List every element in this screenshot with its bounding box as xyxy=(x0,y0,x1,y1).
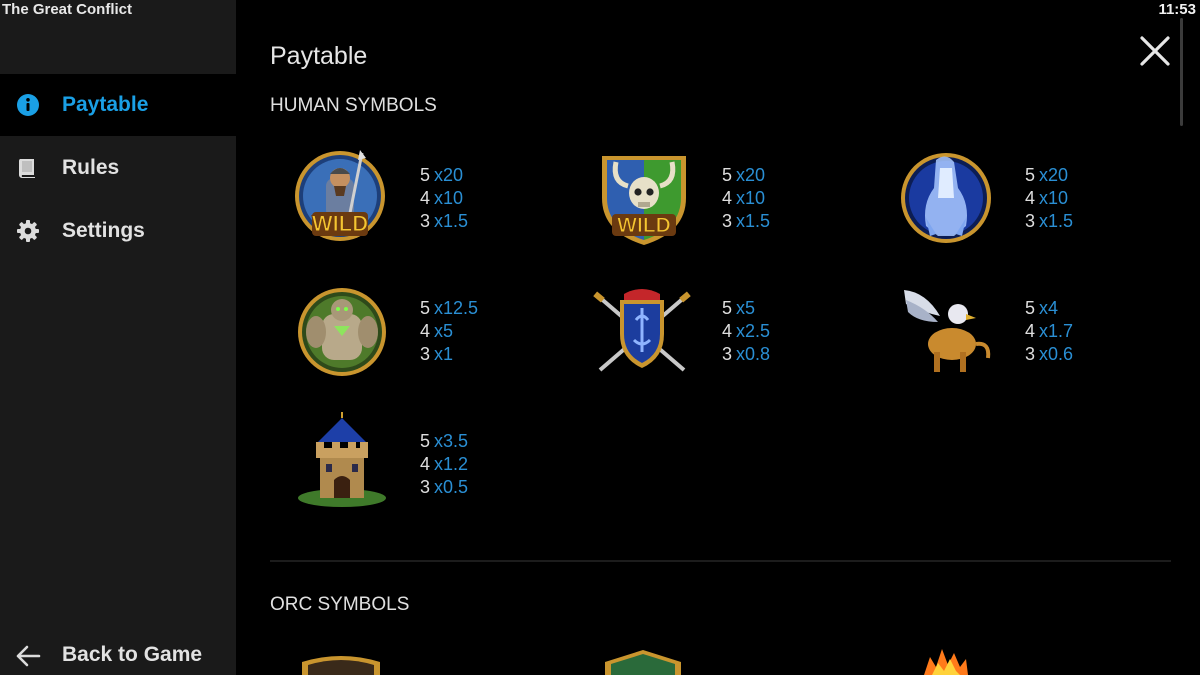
book-icon xyxy=(18,159,35,178)
section-heading-orc: ORC SYMBOLS xyxy=(270,594,410,615)
payout-knight-wild: 5 x20 4 x10 3 x1.5 xyxy=(420,165,469,231)
wild-text: WILD xyxy=(617,214,671,237)
payout-ice-spirit: 5 x20 4 x10 3 x1.5 xyxy=(1025,165,1074,231)
payout-griffin: 5 x4 4 x1.7 3 x0.6 xyxy=(1025,298,1074,364)
golem-symbol xyxy=(298,288,386,376)
griffin-symbol xyxy=(904,290,991,372)
sidebar-item-label: Rules xyxy=(62,156,120,179)
sidebar-item-label: Settings xyxy=(62,219,145,242)
knight-wild-symbol: WILD xyxy=(295,150,385,241)
castle-tower-symbol xyxy=(298,412,386,507)
page-title: Paytable xyxy=(270,42,368,70)
app-title: The Great Conflict xyxy=(2,1,133,18)
wild-text: WILD xyxy=(312,211,368,236)
payout-crest-shield: 5 x5 4 x2.5 3 x0.8 xyxy=(722,298,771,364)
scrollbar[interactable] xyxy=(1180,18,1183,126)
arrow-left-icon xyxy=(16,645,41,667)
payout-skull-shield-wild: 5 x20 4 x10 3 x1.5 xyxy=(722,165,771,231)
info-icon xyxy=(17,94,39,116)
orc-symbol-partial-1 xyxy=(302,656,380,675)
sidebar-item-paytable[interactable]: Paytable xyxy=(0,74,236,136)
sidebar-item-label: Paytable xyxy=(62,93,149,116)
sidebar: The Great Conflict Paytable Rules Settin… xyxy=(0,0,236,675)
payout-golem: 5 x12.5 4 x5 3 x1 xyxy=(420,298,479,364)
section-divider xyxy=(270,560,1171,562)
back-to-game-label: Back to Game xyxy=(62,643,203,666)
clock: 11:53 xyxy=(1158,1,1196,18)
back-to-game-button[interactable]: Back to Game xyxy=(0,636,236,675)
crest-shield-symbol xyxy=(593,289,691,372)
ice-spirit-symbol xyxy=(901,153,991,243)
section-heading-human: HUMAN SYMBOLS xyxy=(270,95,437,116)
orc-symbol-partial-2 xyxy=(605,650,681,675)
payout-castle-tower: 5 x3.5 4 x1.2 3 x0.5 xyxy=(420,431,469,497)
orc-symbol-partial-3 xyxy=(924,649,968,675)
skull-shield-wild-symbol: WILD xyxy=(602,156,686,245)
gear-icon xyxy=(17,220,39,242)
sidebar-item-rules[interactable]: Rules xyxy=(0,137,236,199)
close-icon[interactable] xyxy=(1138,34,1172,68)
sidebar-item-settings[interactable]: Settings xyxy=(0,200,236,262)
